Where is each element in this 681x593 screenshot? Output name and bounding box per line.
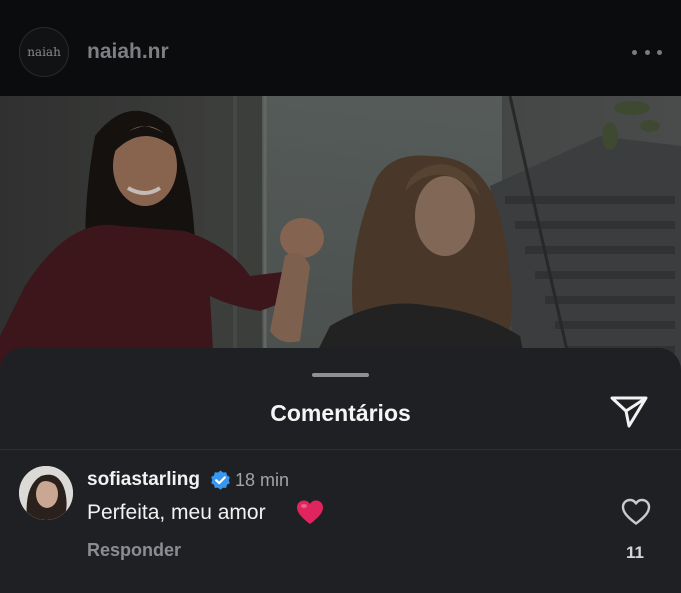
comment-timestamp: 18 min: [235, 470, 290, 490]
more-options-icon[interactable]: [632, 50, 662, 56]
sheet-title: Comentários: [270, 400, 411, 426]
verified-badge-icon: [210, 470, 231, 491]
avatar-logo-text: naiah: [27, 45, 61, 59]
send-icon[interactable]: [609, 393, 649, 431]
red-heart-emoji-icon: [296, 499, 324, 526]
sheet-divider: [0, 449, 681, 450]
comment-text: Perfeita, meu amor: [87, 501, 266, 524]
comment-username[interactable]: sofiastarling: [87, 469, 200, 491]
like-count: 11: [626, 543, 644, 562]
reply-button[interactable]: Responder: [87, 540, 181, 561]
post-username[interactable]: naiah.nr: [87, 40, 169, 64]
comments-sheet: Comentários sofiastarling 18 min Perfeit…: [0, 348, 681, 593]
heart-outline-icon[interactable]: [621, 498, 651, 526]
post-header: naiah naiah.nr: [0, 0, 681, 96]
sheet-grabber-handle[interactable]: [312, 373, 369, 377]
commenter-avatar[interactable]: [19, 466, 73, 520]
post-photo: [0, 96, 681, 386]
profile-avatar[interactable]: naiah: [19, 27, 69, 77]
